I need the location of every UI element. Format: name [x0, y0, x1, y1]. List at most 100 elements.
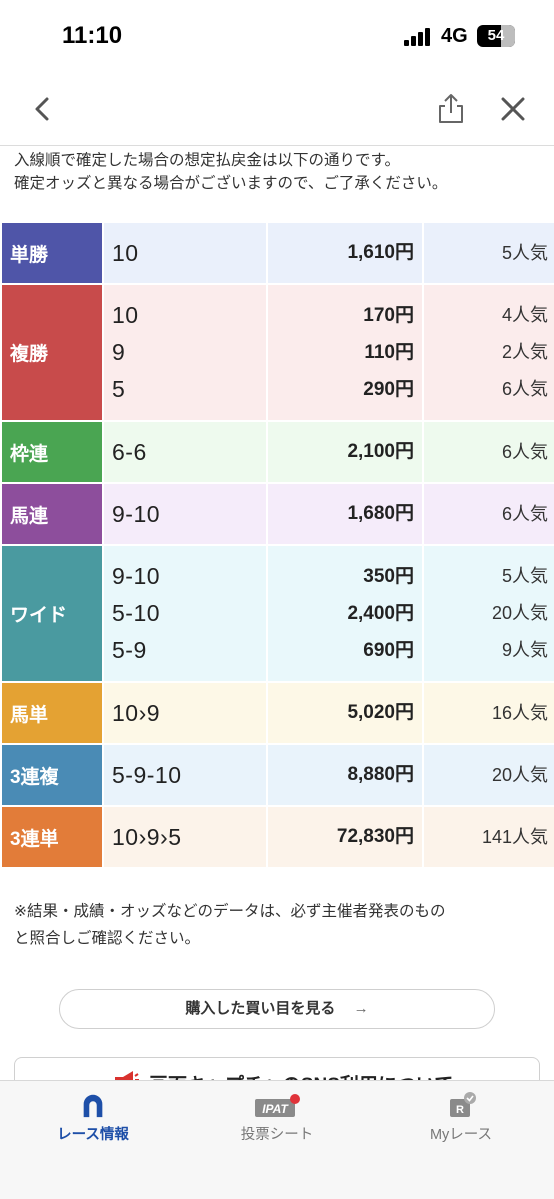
network-type: 4G	[441, 25, 468, 47]
horse-numbers: 10›9	[112, 700, 161, 726]
payout-amount: 1,610円	[347, 242, 414, 263]
popularity-rank-cell: 5人気	[422, 221, 554, 285]
view-purchased-bets-button[interactable]: 購入した買い目を見る →	[59, 989, 495, 1029]
payout-amount-cell: 350円 2,400円 690円	[266, 544, 424, 683]
payout-amount-cell: 1,680円	[266, 482, 424, 546]
horse-numbers: 9-10	[112, 501, 161, 527]
popularity-rank-cell: 141人気	[422, 805, 554, 869]
payout-row: 3連複 5-9-10 8,880円 20人気	[0, 743, 554, 807]
close-icon[interactable]	[498, 94, 528, 124]
popularity-rank: 5人気	[501, 566, 548, 586]
payout-amount-cell: 72,830円	[266, 805, 424, 869]
my-race-icon-text: R	[456, 1104, 464, 1116]
horse-numbers: 5-9	[112, 637, 147, 663]
signal-icon	[404, 28, 434, 46]
payout-amount: 2,100円	[347, 441, 414, 462]
horse-numbers-cell: 10›9	[102, 681, 268, 745]
payout-table: 単勝 10 1,610円 5人気 複勝 10 9 5 170円 110円 290円 4人気 2人気 6人気…	[0, 221, 554, 869]
payout-amount-cell: 8,880円	[266, 743, 424, 807]
popularity-rank: 6人気	[501, 442, 548, 462]
disclaimer-line: と照合しご確認ください。	[14, 930, 201, 947]
payout-row: 馬連 9-10 1,680円 6人気	[0, 482, 554, 546]
horse-numbers-cell: 10	[102, 221, 268, 285]
battery-level: 54	[487, 27, 505, 44]
horse-numbers: 5-10	[112, 600, 161, 626]
status-time: 11:10	[62, 22, 123, 49]
popularity-rank-cell: 20人気	[422, 743, 554, 807]
payout-notice: 入線順で確定した場合の想定払戻金は以下の通りです。 確定オッズと異なる場合がござ…	[14, 149, 544, 195]
horse-numbers-cell: 5-9-10	[102, 743, 268, 807]
payout-amount: 110円	[364, 342, 414, 363]
horse-numbers: 6-6	[112, 439, 147, 465]
data-disclaimer: ※結果・成績・オッズなどのデータは、必ず主催者発表のもの と照合しご確認ください…	[14, 898, 544, 952]
tab-voting-sheet[interactable]: IPAT 投票シート	[197, 1091, 357, 1144]
arrow-right-icon: →	[353, 1000, 369, 1017]
horse-numbers: 10›9›5	[112, 824, 182, 850]
status-bar: 11:10 4G 54	[0, 0, 554, 74]
horseshoe-icon	[83, 1094, 103, 1118]
popularity-rank: 16人気	[491, 703, 548, 723]
bet-type-label: 3連複	[0, 743, 104, 807]
payout-row: ワイド 9-10 5-10 5-9 350円 2,400円 690円 5人気 20人気 9人気	[0, 544, 554, 683]
horse-numbers: 9-10	[112, 563, 161, 589]
horse-numbers-cell: 9-10 5-10 5-9	[102, 544, 268, 683]
nav-bar	[0, 74, 554, 146]
ipat-icon-text: IPAT	[262, 1102, 289, 1116]
payout-amount-cell: 170円 110円 290円	[266, 283, 424, 422]
payout-row: 複勝 10 9 5 170円 110円 290円 4人気 2人気 6人気	[0, 283, 554, 422]
payout-row: 3連単 10›9›5 72,830円 141人気	[0, 805, 554, 869]
popularity-rank: 20人気	[491, 765, 548, 785]
payout-amount: 2,400円	[347, 603, 414, 624]
tab-my-race[interactable]: R Myレース	[381, 1091, 541, 1144]
bet-type-label: 馬連	[0, 482, 104, 546]
tab-label: Myレース	[429, 1127, 493, 1143]
payout-row: 枠連 6-6 2,100円 6人気	[0, 420, 554, 484]
popularity-rank: 141人気	[481, 827, 548, 847]
popularity-rank: 2人気	[501, 342, 548, 362]
horse-numbers-cell: 10 9 5	[102, 283, 268, 422]
horse-numbers: 9	[112, 339, 126, 365]
popularity-rank-cell: 4人気 2人気 6人気	[422, 283, 554, 422]
popularity-rank: 20人気	[491, 603, 548, 623]
notice-line: 確定オッズと異なる場合がございますので、ご了承ください。	[14, 175, 448, 192]
bottom-tab-bar: レース情報 IPAT 投票シート R Myレース	[0, 1080, 554, 1199]
popularity-rank-cell: 5人気 20人気 9人気	[422, 544, 554, 683]
payout-amount: 350円	[363, 566, 414, 587]
bet-type-label: 複勝	[0, 283, 104, 422]
payout-amount-cell: 1,610円	[266, 221, 424, 285]
payout-row: 単勝 10 1,610円 5人気	[0, 221, 554, 285]
my-race-icon: R	[450, 1092, 476, 1117]
horse-numbers: 10	[112, 240, 139, 266]
bet-type-label: 単勝	[0, 221, 104, 285]
payout-amount: 5,020円	[347, 702, 414, 723]
notice-line: 入線順で確定した場合の想定払戻金は以下の通りです。	[14, 152, 400, 169]
tab-label: レース情報	[57, 1127, 129, 1143]
tab-race-info[interactable]: レース情報	[13, 1091, 173, 1144]
payout-amount: 72,830円	[336, 826, 414, 847]
horse-numbers-cell: 6-6	[102, 420, 268, 484]
payout-amount: 1,680円	[347, 503, 414, 524]
payout-amount-cell: 2,100円	[266, 420, 424, 484]
tab-label: 投票シート	[240, 1127, 314, 1143]
share-icon[interactable]	[436, 92, 466, 124]
popularity-rank-cell: 6人気	[422, 420, 554, 484]
popularity-rank: 6人気	[501, 504, 548, 524]
payout-amount: 290円	[363, 379, 414, 400]
popularity-rank: 4人気	[501, 305, 548, 325]
bet-type-label: 馬単	[0, 681, 104, 745]
bet-type-label: 枠連	[0, 420, 104, 484]
battery-icon: 54	[477, 25, 515, 47]
horse-numbers: 5-9-10	[112, 762, 182, 788]
payout-amount: 170円	[363, 305, 414, 326]
view-purchased-bets-label: 購入した買い目を見る	[185, 1000, 336, 1017]
payout-amount-cell: 5,020円	[266, 681, 424, 745]
popularity-rank: 6人気	[501, 379, 548, 399]
popularity-rank: 9人気	[501, 640, 548, 660]
disclaimer-line: ※結果・成績・オッズなどのデータは、必ず主催者発表のもの	[14, 903, 446, 920]
chevron-left-icon[interactable]	[28, 94, 58, 124]
popularity-rank-cell: 6人気	[422, 482, 554, 546]
horse-numbers-cell: 10›9›5	[102, 805, 268, 869]
horse-numbers: 10	[112, 302, 139, 328]
horse-numbers: 5	[112, 376, 126, 402]
popularity-rank: 5人気	[501, 243, 548, 263]
